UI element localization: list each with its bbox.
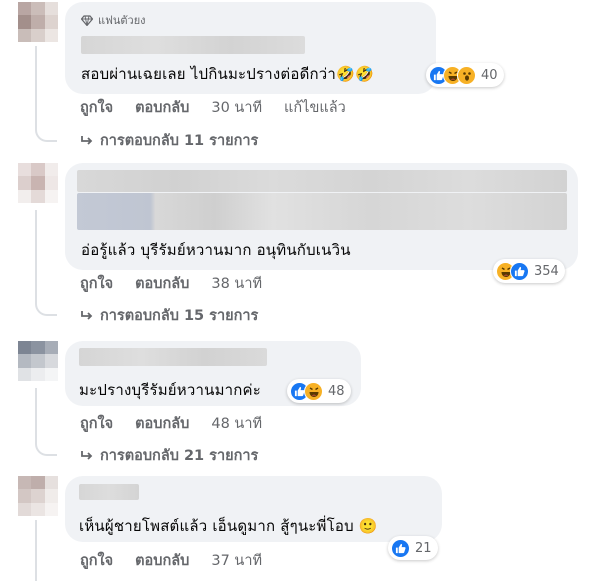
timestamp[interactable]: 30 นาที xyxy=(211,96,262,119)
thread-line xyxy=(35,388,37,442)
reactions-summary[interactable]: 21 xyxy=(388,536,438,560)
comment-actions: ถูกใจ ตอบกลับ 37 นาที xyxy=(80,549,262,572)
reply-button[interactable]: ตอบกลับ xyxy=(135,272,189,295)
like-icon xyxy=(391,538,410,558)
view-replies-link[interactable]: การตอบกลับ 15 รายการ xyxy=(80,304,258,327)
reply-button[interactable]: ตอบกลับ xyxy=(135,549,189,572)
author-name[interactable] xyxy=(79,484,139,500)
comment-text: อ่อรู้แล้ว บุรีรัมย์หวานมาก อนุทินกับเนว… xyxy=(81,241,351,259)
edited-label: แก้ไขแล้ว xyxy=(284,100,346,116)
timestamp[interactable]: 37 นาที xyxy=(211,549,262,572)
view-replies-link[interactable]: การตอบกลับ 11 รายการ xyxy=(80,129,258,152)
timestamp[interactable]: 48 นาที xyxy=(211,412,262,435)
reactions-summary[interactable]: 48 xyxy=(287,379,351,403)
reactions-summary[interactable]: 40 xyxy=(426,63,504,87)
like-button[interactable]: ถูกใจ xyxy=(80,96,113,119)
comment-text: เห็นผู้ชายโพสต์แล้ว เอ็นดูมาก สู้ๆนะพี่โ… xyxy=(79,517,378,535)
thread-line xyxy=(35,210,37,302)
author-name[interactable] xyxy=(77,170,567,192)
like-icon xyxy=(510,261,529,281)
avatar[interactable] xyxy=(18,341,58,381)
comment-actions: ถูกใจ ตอบกลับ 38 นาที xyxy=(80,272,262,295)
like-button[interactable]: ถูกใจ xyxy=(80,412,113,435)
reply-arrow-icon xyxy=(81,450,93,460)
reaction-count: 354 xyxy=(534,263,559,279)
reply-arrow-icon xyxy=(81,135,93,145)
author-name[interactable] xyxy=(81,36,305,54)
thread-line xyxy=(35,520,37,581)
haha-icon xyxy=(304,381,323,401)
thread-connector xyxy=(35,440,57,456)
thread-connector xyxy=(35,300,57,316)
avatar[interactable] xyxy=(18,163,58,203)
like-button[interactable]: ถูกใจ xyxy=(80,272,113,295)
badge-label: แฟนตัวยง xyxy=(98,14,146,27)
view-replies-link[interactable]: การตอบกลับ 21 รายการ xyxy=(80,444,258,467)
wow-icon xyxy=(457,65,476,85)
avatar[interactable] xyxy=(18,476,58,516)
comment-actions: ถูกใจ ตอบกลับ 48 นาที xyxy=(80,412,262,435)
thread-connector xyxy=(35,126,57,142)
like-button[interactable]: ถูกใจ xyxy=(80,549,113,572)
avatar[interactable] xyxy=(18,2,58,42)
reply-button[interactable]: ตอบกลับ xyxy=(135,412,189,435)
comment-actions: ถูกใจ ตอบกลับ 30 นาที แก้ไขแล้ว xyxy=(80,96,346,119)
author-name[interactable] xyxy=(79,348,267,366)
reaction-count: 21 xyxy=(415,540,432,556)
reply-button[interactable]: ตอบกลับ xyxy=(135,96,189,119)
diamond-icon xyxy=(81,14,93,26)
shared-content-preview[interactable] xyxy=(77,193,567,230)
rofl-emoji: 🤣🤣 xyxy=(336,65,374,83)
timestamp[interactable]: 38 นาที xyxy=(211,272,262,295)
comment-text: สอบผ่านเฉยเลย ไปกินมะปรางต่อดีกว่า🤣🤣 xyxy=(81,65,374,83)
comment-text: มะปรางบุรีรัมย์หวานมากค่ะ xyxy=(79,381,262,399)
reactions-summary[interactable]: 354 xyxy=(493,259,565,283)
thread-line xyxy=(35,46,37,128)
top-fan-badge: แฟนตัวยง xyxy=(81,11,146,29)
reaction-count: 40 xyxy=(481,67,498,83)
reaction-count: 48 xyxy=(328,383,345,399)
smile-emoji: 🙂 xyxy=(358,517,378,535)
reply-arrow-icon xyxy=(81,310,93,320)
